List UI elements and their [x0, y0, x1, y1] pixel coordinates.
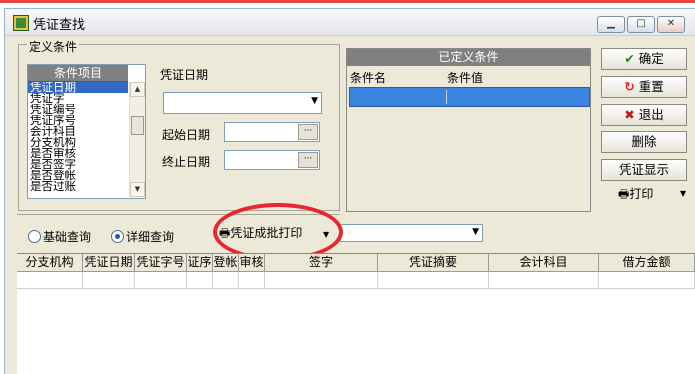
ok-button[interactable]: ✔ 确定 [601, 48, 687, 70]
close-x-icon: ✖ [624, 107, 635, 122]
column-divider [446, 90, 447, 104]
end-date-input[interactable]: ··· [224, 150, 320, 170]
list-item[interactable]: 凭证序号 [28, 115, 128, 126]
list-item[interactable]: 是否登帐 [28, 170, 128, 181]
list-item[interactable]: 是否签字 [28, 159, 128, 170]
list-item[interactable]: 是否审核 [28, 148, 128, 159]
end-date-label: 终止日期 [162, 155, 211, 169]
list-item[interactable]: 分支机构 [28, 137, 128, 148]
grid-cell[interactable] [17, 272, 83, 289]
grid-cell[interactable] [239, 272, 265, 289]
grid-column-header[interactable]: 审核 [239, 254, 265, 272]
checkmark-icon: ✔ [624, 51, 635, 66]
grid-column-header[interactable]: 会计科目 [489, 254, 599, 272]
list-item[interactable]: 是否过账 [28, 181, 128, 192]
top-accent-line [0, 0, 695, 3]
basic-query-radio[interactable] [28, 230, 41, 243]
grid-cell[interactable] [213, 272, 239, 289]
title-bar: 凭证查找 ▁ □ ✕ [5, 9, 695, 36]
results-grid[interactable]: 分支机构 凭证日期 凭证字号 证序 登帐 审核 签字 凭证摘要 会计科目 借方金额 [17, 253, 695, 374]
defined-conditions-columns: 条件名 条件值 [347, 67, 590, 85]
grid-column-header[interactable]: 分支机构 [17, 254, 83, 272]
reset-button[interactable]: ↻ 重置 [601, 76, 687, 98]
condition-item-options: 凭证日期 凭证字 凭证编号 凭证序号 会计科目 分支机构 是否审核 是否签字 是否登帐 是否过账 [28, 82, 128, 192]
show-voucher-button[interactable]: 凭证显示 [601, 159, 687, 181]
scroll-up-icon[interactable]: ▲ [130, 82, 145, 97]
defined-conditions-header: 已定义条件 [347, 49, 590, 66]
grid-cell[interactable] [187, 272, 213, 289]
end-date-picker-button[interactable]: ··· [298, 152, 318, 168]
grid-column-header[interactable]: 凭证日期 [83, 254, 135, 272]
basic-query-label: 基础查询 [43, 230, 92, 244]
detail-query-radio[interactable] [111, 230, 124, 243]
condition-value-column: 条件值 [447, 71, 484, 85]
list-item[interactable]: 凭证字 [28, 93, 128, 104]
exit-button[interactable]: ✖ 退出 [601, 104, 687, 126]
grid-column-header[interactable]: 签字 [265, 254, 378, 272]
date-range-combo[interactable]: ▼ [163, 92, 322, 114]
scroll-thumb[interactable] [131, 116, 144, 135]
chevron-down-icon: ▼ [472, 227, 479, 237]
grid-cell[interactable] [378, 272, 489, 289]
minimize-icon: ▁ [607, 18, 615, 29]
grid-cell[interactable] [489, 272, 599, 289]
start-date-label: 起始日期 [162, 128, 211, 142]
grid-column-header[interactable]: 凭证字号 [135, 254, 187, 272]
app-icon [13, 15, 29, 31]
defined-conditions-panel: 已定义条件 条件名 条件值 [346, 48, 591, 212]
print-button[interactable]: 🖶打印 [618, 185, 653, 203]
printer-icon: 🖶 [618, 187, 630, 201]
grid-cell[interactable] [599, 272, 695, 289]
condition-item-list-header: 条件项目 [28, 65, 128, 82]
condition-item-list[interactable]: 条件项目 凭证日期 凭证字 凭证编号 凭证序号 会计科目 分支机构 是否审核 是否签字 是否登帐… [27, 64, 146, 199]
maximize-icon: □ [636, 18, 646, 29]
grid-cell[interactable] [135, 272, 187, 289]
grid-column-header[interactable]: 凭证摘要 [378, 254, 489, 272]
batch-print-combo[interactable]: ▼ [340, 224, 483, 242]
grid-column-header[interactable]: 登帐 [213, 254, 239, 272]
grid-cell[interactable] [265, 272, 378, 289]
grid-column-header[interactable]: 证序 [187, 254, 213, 272]
grid-cell[interactable] [83, 272, 135, 289]
list-item[interactable]: 凭证编号 [28, 104, 128, 115]
list-item[interactable]: 会计科目 [28, 126, 128, 137]
voucher-date-label: 凭证日期 [160, 68, 209, 82]
print-dropdown-icon[interactable]: ▼ [680, 189, 686, 198]
delete-button[interactable]: 删除 [601, 131, 687, 153]
maximize-button[interactable]: □ [627, 16, 655, 33]
grid-column-header[interactable]: 借方金额 [599, 254, 695, 272]
list-item[interactable]: 凭证日期 [28, 82, 128, 93]
start-date-picker-button[interactable]: ··· [298, 124, 318, 140]
start-date-input[interactable]: ··· [224, 122, 320, 142]
close-icon: ✕ [666, 18, 676, 29]
close-button[interactable]: ✕ [657, 16, 685, 33]
defined-condition-row[interactable] [349, 87, 590, 107]
refresh-icon: ↻ [624, 79, 635, 94]
detail-query-label: 详细查询 [126, 230, 175, 244]
define-conditions-legend: 定义条件 [27, 38, 80, 55]
condition-name-column: 条件名 [350, 71, 387, 85]
minimize-button[interactable]: ▁ [597, 16, 625, 33]
window-title: 凭证查找 [33, 18, 86, 33]
scroll-down-icon[interactable]: ▼ [130, 182, 145, 197]
chevron-down-icon: ▼ [311, 96, 318, 106]
list-scrollbar[interactable]: ▲ ▼ [129, 82, 145, 197]
